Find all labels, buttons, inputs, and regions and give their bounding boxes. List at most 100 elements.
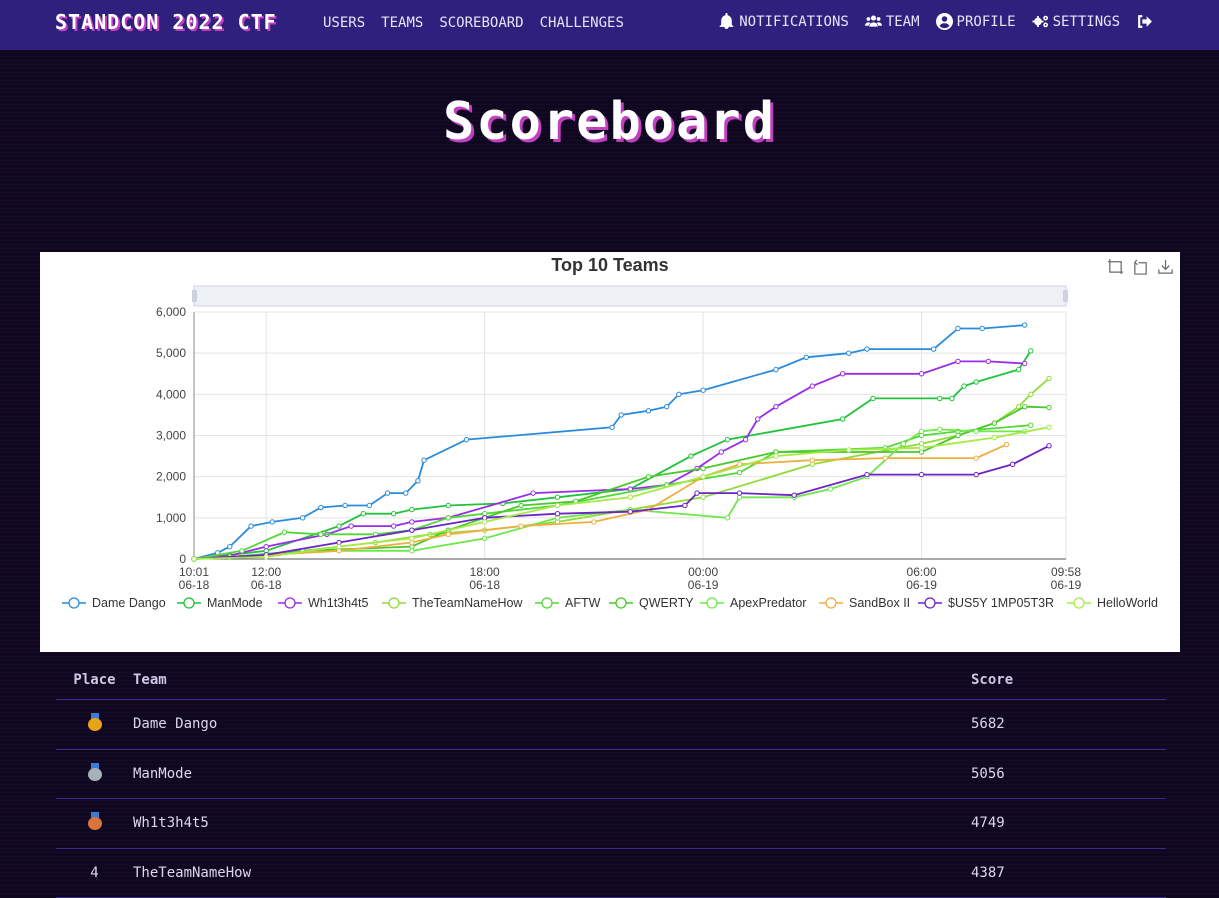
nav-link-scoreboard[interactable]: SCOREBOARD (439, 15, 523, 31)
nav-team-label: TEAM (886, 14, 920, 30)
nav-link-settings[interactable]: SETTINGS (1032, 13, 1120, 30)
brand-logo[interactable]: STANDCON 2022 CTF (55, 10, 277, 34)
data-point (1023, 404, 1027, 408)
data-point (804, 355, 808, 359)
x-tick-date: 06-18 (469, 578, 500, 592)
legend-item[interactable]: ManMode (207, 596, 263, 610)
data-point (391, 512, 395, 516)
data-point (482, 536, 486, 540)
scoreboard-rows: Dame Dango5682ManMode5056Wh1t3h4t547494T… (56, 700, 1166, 898)
data-point (519, 524, 523, 528)
data-point (986, 359, 990, 363)
legend-marker (69, 598, 79, 608)
data-point (865, 347, 869, 351)
x-tick-date: 06-18 (179, 578, 210, 592)
row-team-link[interactable]: ManMode (133, 766, 971, 782)
data-zoom-slider (194, 286, 1066, 306)
data-point (774, 454, 778, 458)
nav-link-users[interactable]: USERS (323, 15, 365, 31)
zoom-handle-right[interactable] (1063, 290, 1068, 302)
data-point (646, 409, 650, 413)
row-score: 5056 (971, 766, 1166, 782)
x-tick-date: 06-19 (1051, 578, 1082, 592)
series-line (194, 446, 1049, 559)
data-point (974, 380, 978, 384)
data-point (249, 524, 253, 528)
legend-item[interactable]: ApexPredator (730, 596, 806, 610)
data-point (646, 474, 650, 478)
data-point (683, 503, 687, 507)
data-point (980, 326, 984, 330)
nav-link-profile[interactable]: PROFILE (936, 13, 1016, 30)
legend-marker (285, 598, 295, 608)
legend-item[interactable]: $US5Y 1MP05T3R (948, 596, 1054, 610)
legend-item[interactable]: HelloWorld (1097, 596, 1158, 610)
row-team-link[interactable]: Wh1t3h4t5 (133, 815, 971, 831)
y-tick-label: 1,000 (156, 511, 186, 525)
data-point (950, 396, 954, 400)
data-point (701, 388, 705, 392)
row-team-link[interactable]: TheTeamNameHow (133, 865, 971, 881)
users-icon (865, 13, 882, 30)
data-point (628, 487, 632, 491)
x-tick-time: 12:00 (251, 565, 281, 579)
header-score[interactable]: Score (971, 672, 1166, 688)
data-point (701, 474, 705, 478)
row-score: 5682 (971, 716, 1166, 732)
data-point (228, 544, 232, 548)
nav-profile-label: PROFILE (957, 14, 1016, 30)
data-point (992, 421, 996, 425)
row-place (56, 713, 133, 735)
data-point (919, 372, 923, 376)
zoom-reset-icon[interactable] (1132, 258, 1149, 275)
data-point (1047, 444, 1051, 448)
zoom-handle-left[interactable] (192, 290, 197, 302)
chart-svg: Top 10 Teams01,0002,0003,0004,0005,0006,… (40, 252, 1180, 652)
y-tick-label: 3,000 (156, 429, 186, 443)
header-place[interactable]: Place (56, 672, 133, 688)
legend-item[interactable]: SandBox II (849, 596, 910, 610)
data-point (1047, 405, 1051, 409)
nav-main-links: USERS TEAMS SCOREBOARD CHALLENGES (323, 15, 624, 31)
data-point (282, 530, 286, 534)
series-line (194, 351, 1031, 559)
data-point (810, 384, 814, 388)
nav-link-teams[interactable]: TEAMS (381, 15, 423, 31)
scoreboard-header: Place Team Score (56, 660, 1166, 700)
data-point (883, 456, 887, 460)
data-point (938, 396, 942, 400)
row-team-link[interactable]: Dame Dango (133, 716, 971, 732)
data-point (932, 347, 936, 351)
bronze-medal-icon (88, 812, 102, 830)
table-row: Dame Dango5682 (56, 700, 1166, 750)
legend-item[interactable]: QWERTY (639, 596, 694, 610)
data-point (610, 425, 614, 429)
legend-item[interactable]: Dame Dango (92, 596, 166, 610)
data-point (410, 507, 414, 511)
legend-item[interactable]: AFTW (565, 596, 601, 610)
download-icon[interactable] (1157, 258, 1174, 275)
data-point (701, 495, 705, 499)
data-point (919, 446, 923, 450)
nav-link-logout[interactable] (1136, 13, 1153, 30)
data-point (1047, 425, 1051, 429)
data-point (464, 437, 468, 441)
gold-medal-icon (88, 713, 102, 731)
nav-link-team[interactable]: TEAM (865, 13, 920, 30)
data-point (792, 493, 796, 497)
bell-icon (718, 13, 735, 30)
data-point (1029, 349, 1033, 353)
legend-item[interactable]: TheTeamNameHow (412, 596, 523, 610)
row-place (56, 812, 133, 834)
row-place: 4 (56, 865, 133, 881)
data-point (531, 491, 535, 495)
legend-item[interactable]: Wh1t3h4t5 (308, 596, 369, 610)
sign-out-icon (1136, 13, 1153, 30)
nav-link-challenges[interactable]: CHALLENGES (540, 15, 624, 31)
data-point (689, 454, 693, 458)
nav-link-notifications[interactable]: NOTIFICATIONS (718, 13, 849, 30)
data-point (847, 351, 851, 355)
zoom-select-icon[interactable] (1107, 258, 1124, 275)
legend-marker (616, 598, 626, 608)
header-team[interactable]: Team (133, 672, 971, 688)
